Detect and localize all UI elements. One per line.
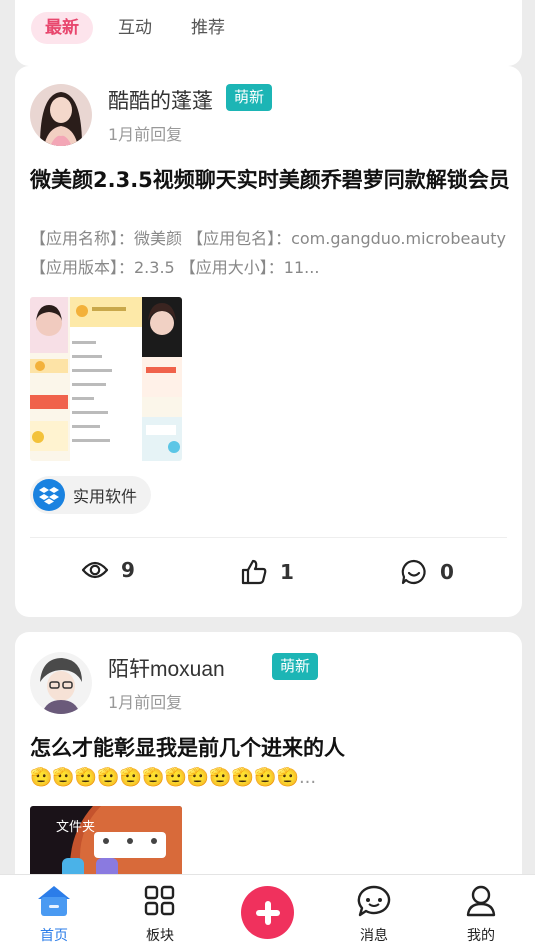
nav-board-label: 板块	[146, 928, 174, 944]
username[interactable]: 陌轩moxuan	[108, 653, 225, 683]
nav-profile-label: 我的	[467, 928, 495, 944]
user-icon	[466, 885, 496, 917]
view-count: 9	[81, 558, 135, 582]
category-tag-label: 实用软件	[73, 487, 138, 506]
nav-messages[interactable]: 消息	[339, 885, 409, 945]
create-post-button[interactable]	[241, 886, 294, 939]
grid-icon	[144, 885, 175, 916]
home-icon	[38, 886, 70, 916]
view-count-value: 9	[121, 558, 135, 582]
dropbox-icon	[33, 479, 65, 511]
tab-latest[interactable]: 最新	[31, 12, 93, 44]
nav-home-label: 首页	[40, 928, 68, 944]
post-description: 【应用名称】：微美颜 【应用包名】：com.gangduo.microbeaut…	[30, 229, 507, 277]
feed-tab-bar: 最新 互动 推荐	[15, 0, 522, 66]
tab-interaction[interactable]: 互动	[118, 12, 152, 44]
eye-icon	[81, 561, 109, 579]
post-title[interactable]: 怎么才能彰显我是前几个进来的人	[30, 734, 510, 763]
user-level-badge: 萌新	[272, 653, 319, 680]
tab-recommended[interactable]: 推荐	[191, 12, 225, 44]
bottom-navigation: 首页 板块 消息 我的	[0, 874, 535, 951]
post-description: 🫡🫡🫡🫡🫡🫡🫡🫡🫡🫡🫡🫡...	[30, 767, 317, 788]
comment-icon	[401, 559, 426, 585]
reply-time: 1月前回复	[108, 693, 183, 712]
nav-board[interactable]: 板块	[125, 885, 195, 945]
user-level-badge: 萌新	[226, 84, 273, 111]
avatar[interactable]	[30, 652, 92, 714]
nav-home[interactable]: 首页	[19, 885, 89, 945]
like-count-value: 1	[280, 560, 294, 584]
comment-count-value: 0	[440, 560, 454, 584]
plus-icon	[255, 900, 280, 925]
post-card[interactable]: 陌轩moxuan 萌新 1月前回复 怎么才能彰显我是前几个进来的人 🫡🫡🫡🫡🫡🫡…	[15, 632, 522, 892]
nav-messages-label: 消息	[360, 928, 388, 944]
username[interactable]: 酷酷的蓬蓬	[108, 85, 213, 115]
reply-time: 1月前回复	[108, 125, 183, 144]
comment-button[interactable]: 0	[400, 558, 454, 586]
message-icon	[357, 885, 391, 917]
divider	[30, 537, 507, 538]
post-title[interactable]: 微美颜2.3.5视频聊天实时美颜乔碧萝同款解锁会员	[30, 166, 510, 195]
thumbs-up-icon	[241, 559, 267, 585]
nav-profile[interactable]: 我的	[446, 885, 516, 945]
like-button[interactable]: 1	[240, 558, 294, 586]
thumbnail-caption: 文件夹	[56, 820, 96, 835]
avatar[interactable]	[30, 84, 92, 146]
post-image-thumbnail[interactable]	[30, 297, 182, 461]
post-card[interactable]: 酷酷的蓬蓬 萌新 1月前回复 微美颜2.3.5视频聊天实时美颜乔碧萝同款解锁会员…	[15, 66, 522, 617]
category-tag[interactable]: 实用软件	[30, 476, 152, 514]
